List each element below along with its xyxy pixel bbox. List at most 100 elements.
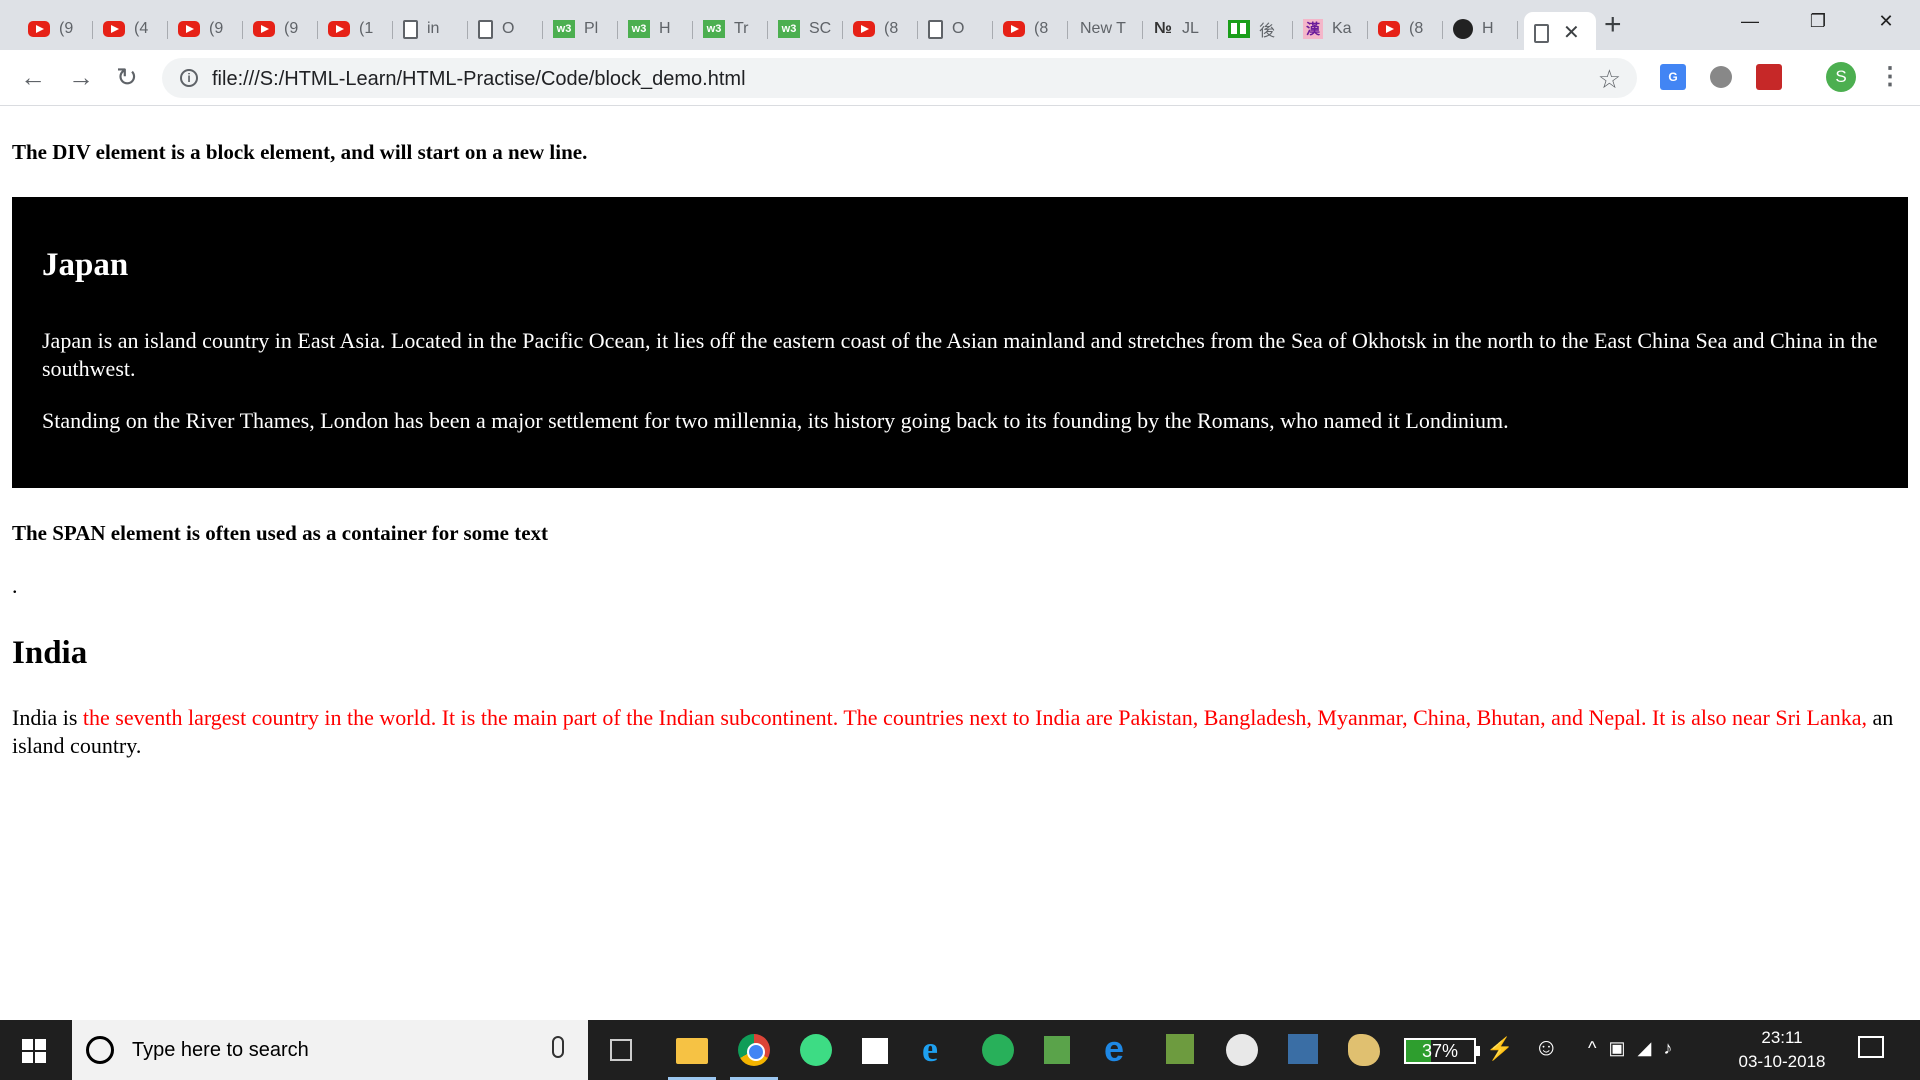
kanji-favicon-icon: 漢 (1303, 19, 1323, 39)
extension-bubble-icon[interactable] (1710, 66, 1732, 88)
tab-strip: (9 (4 (9 (9 (1 in Ow3 Pl w3 Hw3 Tr w3 SC (8 O (8 New T № J… (0, 0, 1920, 54)
tab-title: H (1482, 20, 1494, 37)
document-favicon-icon (928, 19, 943, 39)
system-tray: ^ ▣ ◢ ♪ (1588, 1038, 1672, 1059)
profile-avatar[interactable]: S (1826, 62, 1856, 92)
atom-icon[interactable] (982, 1034, 1014, 1066)
browser-tab[interactable]: O (918, 12, 993, 46)
youtube-favicon-icon (253, 21, 275, 37)
system-clock[interactable]: 23:11 03-10-2018 (1722, 1026, 1842, 1074)
minimize-button[interactable]: — (1716, 0, 1784, 42)
people-icon[interactable]: ☺ (1534, 1034, 1559, 1062)
browser-toolbar: ← → ↻ i file:///S:/HTML-Learn/HTML-Pract… (0, 50, 1920, 106)
div-section-heading: The DIV element is a block element, and … (12, 140, 588, 164)
browser-tab[interactable]: (1 (318, 12, 393, 46)
stray-dot: . (12, 573, 18, 598)
browser-tab[interactable]: w3 Pl (543, 12, 618, 46)
browser-menu-icon[interactable]: ⋮ (1878, 62, 1902, 91)
google-translate-extension-icon[interactable]: G (1660, 64, 1686, 90)
address-bar[interactable]: i file:///S:/HTML-Learn/HTML-Practise/Co… (162, 58, 1637, 98)
microphone-icon[interactable] (552, 1036, 564, 1058)
back-button[interactable]: ← (20, 64, 46, 90)
india-paragraph: India is the seventh largest country in … (12, 704, 1908, 760)
span-section-heading: The SPAN element is often used as a cont… (12, 521, 549, 545)
sticky-notes-icon[interactable] (862, 1038, 888, 1064)
youtube-favicon-icon (328, 21, 350, 37)
browser-tab[interactable]: w3 Tr (693, 12, 768, 46)
tab-title: (8 (1034, 20, 1049, 37)
w3schools-favicon-icon: w3 (703, 20, 725, 38)
tray-device-icon[interactable]: ▣ (1608, 1038, 1625, 1059)
search-placeholder[interactable]: Type here to search (132, 1039, 309, 1062)
tab-title: 後 (1259, 23, 1276, 40)
document-favicon-icon (403, 19, 418, 39)
tab-title: Ka (1332, 20, 1352, 37)
youtube-favicon-icon (28, 21, 50, 37)
browser-tab[interactable]: (9 (168, 12, 243, 46)
url-text[interactable]: file:///S:/HTML-Learn/HTML-Practise/Code… (212, 68, 746, 91)
browser-tab[interactable]: (9 (18, 12, 93, 46)
browser-tab[interactable]: w3 H (618, 12, 693, 46)
w3schools-favicon-icon: w3 (778, 20, 800, 38)
clock-time: 23:11 (1761, 1028, 1803, 1047)
windows-start-icon[interactable] (22, 1039, 46, 1063)
japan-paragraph-1: Japan is an island country in East Asia.… (42, 328, 1878, 381)
calculator-icon[interactable] (1166, 1034, 1194, 1064)
edge-icon[interactable]: e (1104, 1028, 1136, 1069)
browser-tab[interactable]: in (393, 12, 468, 46)
youtube-favicon-icon (178, 21, 200, 37)
maximize-button[interactable]: ❐ (1784, 0, 1852, 42)
browser-tab[interactable]: (9 (243, 12, 318, 46)
browser-tab[interactable]: New T (1068, 12, 1143, 46)
chrome-icon[interactable] (738, 1034, 770, 1066)
close-window-button[interactable]: ✕ (1852, 0, 1920, 42)
task-view-icon[interactable] (610, 1039, 632, 1061)
tray-expand-icon[interactable]: ^ (1588, 1038, 1596, 1059)
volume-icon[interactable]: ♪ (1663, 1038, 1672, 1059)
forward-button[interactable]: → (68, 64, 94, 90)
file-explorer-icon[interactable] (676, 1038, 708, 1064)
browser-tab[interactable]: 後 (1218, 12, 1293, 46)
paint-icon[interactable] (1348, 1034, 1380, 1066)
browser-tab[interactable]: H (1443, 12, 1518, 46)
tab-title: in (427, 20, 440, 37)
github-desktop-icon[interactable] (1226, 1034, 1258, 1066)
pdf-extension-icon[interactable] (1756, 64, 1782, 90)
plug-icon[interactable]: ⚡ (1486, 1036, 1513, 1062)
browser-tab[interactable]: O (468, 12, 543, 46)
github-favicon-icon (1453, 19, 1473, 39)
tab-title: O (952, 20, 965, 37)
browser-tab[interactable]: (8 (1368, 12, 1443, 46)
tab-title: Pl (584, 20, 599, 37)
browser-tab[interactable]: 漢 Ka (1293, 12, 1368, 46)
browser-tab[interactable]: (4 (93, 12, 168, 46)
android-studio-icon[interactable] (800, 1034, 832, 1066)
action-center-icon[interactable] (1858, 1036, 1884, 1058)
tab-title: SC (809, 20, 832, 37)
cortana-icon[interactable] (86, 1036, 114, 1064)
new-tab-button[interactable]: + (1604, 10, 1622, 40)
battery-percent-label: 37% (1421, 1041, 1459, 1061)
page-content: The DIV element is a block element, and … (0, 107, 1920, 1020)
youtube-favicon-icon (1378, 21, 1400, 37)
tab-title: JL (1182, 20, 1199, 37)
taskbar-search-box[interactable]: Type here to search (72, 1020, 588, 1080)
browser-tab[interactable]: (8 (843, 12, 918, 46)
close-tab-icon[interactable]: ✕ (1563, 23, 1580, 43)
document-favicon-icon (1534, 23, 1549, 43)
tab-title: H (659, 20, 671, 37)
browser-tab[interactable]: № JL (1143, 12, 1218, 46)
active-tab[interactable]: ✕ (1524, 12, 1596, 54)
visual-studio-icon[interactable] (1288, 1034, 1318, 1064)
internet-explorer-icon[interactable]: e (922, 1028, 954, 1069)
reload-button[interactable]: ↻ (116, 64, 138, 90)
windows-taskbar: Type here to search e e 37% ⚡ ☺ ^ ▣ ◢ ♪ … (0, 1020, 1920, 1080)
info-icon[interactable]: i (180, 69, 198, 87)
jl-favicon-icon: № (1154, 20, 1172, 37)
wifi-icon[interactable]: ◢ (1637, 1038, 1651, 1059)
battery-indicator[interactable]: 37% (1404, 1038, 1480, 1064)
browser-tab[interactable]: w3 SC (768, 12, 843, 46)
browser-tab[interactable]: (8 (993, 12, 1068, 46)
spreadsheet-icon[interactable] (1044, 1036, 1070, 1064)
bookmark-star-icon[interactable]: ☆ (1598, 64, 1621, 95)
